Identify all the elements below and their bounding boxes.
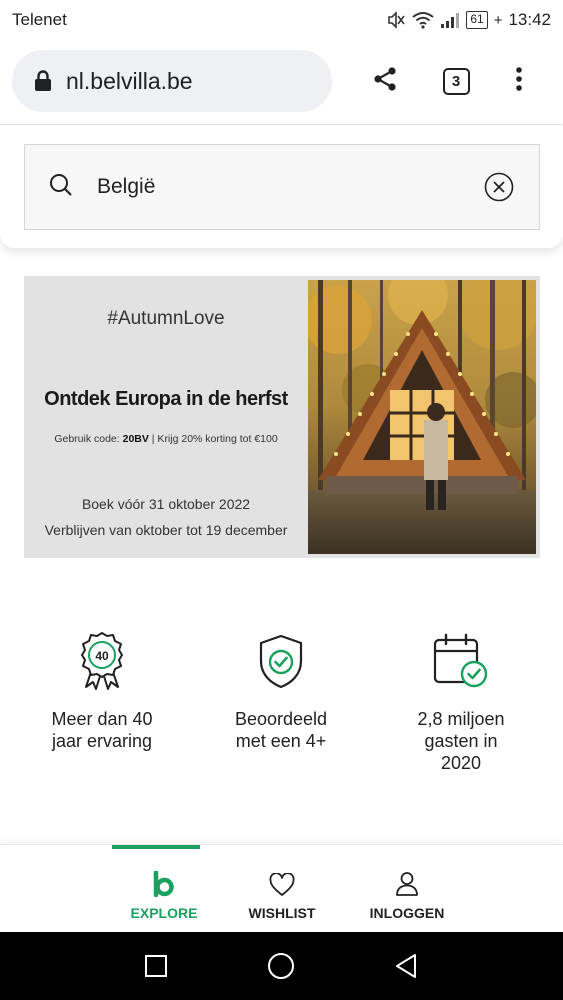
search-icon <box>49 173 73 202</box>
close-circle-icon <box>484 172 514 202</box>
feature-label: Beoordeeld met een 4+ <box>234 709 328 751</box>
feature-experience: 40 Meer dan 40 jaar ervaring <box>17 630 187 752</box>
lock-icon <box>34 70 52 92</box>
tab-count: 3 <box>442 67 470 95</box>
feature-label: Meer dan 40 jaar ervaring <box>51 709 153 751</box>
heart-icon <box>269 873 295 896</box>
search-panel: België <box>0 126 563 248</box>
feature-label: 2,8 miljoen gasten in 2020 <box>417 709 505 773</box>
browser-toolbar: nl.belvilla.be 3 <box>0 40 563 125</box>
calendar-check-icon <box>433 633 488 688</box>
wifi-icon <box>412 11 434 29</box>
signal-icon <box>440 11 460 29</box>
banner-code-line: Gebruik code: 20BV | Krijg 20% korting t… <box>54 433 278 445</box>
back-button[interactable] <box>390 950 422 982</box>
mute-icon <box>386 11 406 29</box>
award-ribbon-icon: 40 <box>81 632 123 690</box>
banner-hashtag: #AutumnLove <box>107 308 225 329</box>
svg-text:40: 40 <box>95 649 109 663</box>
clock: 13:42 <box>508 10 551 29</box>
carrier-name: Telenet <box>12 10 67 29</box>
nav-login[interactable]: INLOGGEN <box>347 845 467 933</box>
shield-check-icon <box>259 634 303 689</box>
feature-rating: Beoordeeld met een 4+ <box>196 630 366 752</box>
status-bar: Telenet 61 + 13:42 <box>0 0 563 40</box>
battery-indicator: 61 <box>466 11 488 29</box>
banner-book-by: Boek vóór 31 oktober 2022 <box>81 496 251 512</box>
a-frame-cabin-photo <box>308 280 536 554</box>
nav-wishlist[interactable]: WISHLIST <box>222 845 342 933</box>
share-icon <box>372 66 398 97</box>
nav-label: EXPLORE <box>130 905 198 921</box>
destination-search-input[interactable]: België <box>24 144 540 230</box>
charging-icon: + <box>493 11 503 29</box>
nav-explore[interactable]: EXPLORE <box>104 845 224 933</box>
search-value: België <box>97 175 156 198</box>
url-text: nl.belvilla.be <box>66 67 193 94</box>
android-navigation-bar <box>0 932 563 1000</box>
share-button[interactable] <box>366 62 404 100</box>
banner-text: #AutumnLove Ontdek Europa in de herfst G… <box>24 276 308 558</box>
nav-label: WISHLIST <box>248 905 316 921</box>
promo-banner[interactable]: #AutumnLove Ontdek Europa in de herfst G… <box>24 276 540 558</box>
feature-guests: 2,8 miljoen gasten in 2020 <box>376 630 546 774</box>
banner-headline: Ontdek Europa in de herfst <box>44 388 288 410</box>
square-icon <box>145 955 167 977</box>
belvilla-logo-icon <box>153 871 174 897</box>
recents-button[interactable] <box>140 950 172 982</box>
features-row: 40 Meer dan 40 jaar ervaring Beoordeeld me… <box>0 630 563 800</box>
bottom-navigation: EXPLORE WISHLIST INLOGGEN <box>0 844 563 932</box>
status-icons: 61 + 13:42 <box>386 10 551 30</box>
overflow-menu-button[interactable] <box>500 62 538 100</box>
circle-icon <box>268 953 294 979</box>
address-bar[interactable]: nl.belvilla.be <box>12 50 332 112</box>
banner-stay-period: Verblijven van oktober tot 19 december <box>44 522 288 538</box>
clear-search-button[interactable] <box>483 171 515 203</box>
more-vertical-icon <box>515 66 523 97</box>
active-indicator <box>112 845 200 849</box>
back-triangle-icon <box>396 954 416 978</box>
nav-label: INLOGGEN <box>369 905 445 921</box>
home-button[interactable] <box>265 950 297 982</box>
user-icon <box>396 872 418 896</box>
tab-switcher-button[interactable]: 3 <box>437 62 475 100</box>
promo-code: 20BV <box>122 433 149 445</box>
